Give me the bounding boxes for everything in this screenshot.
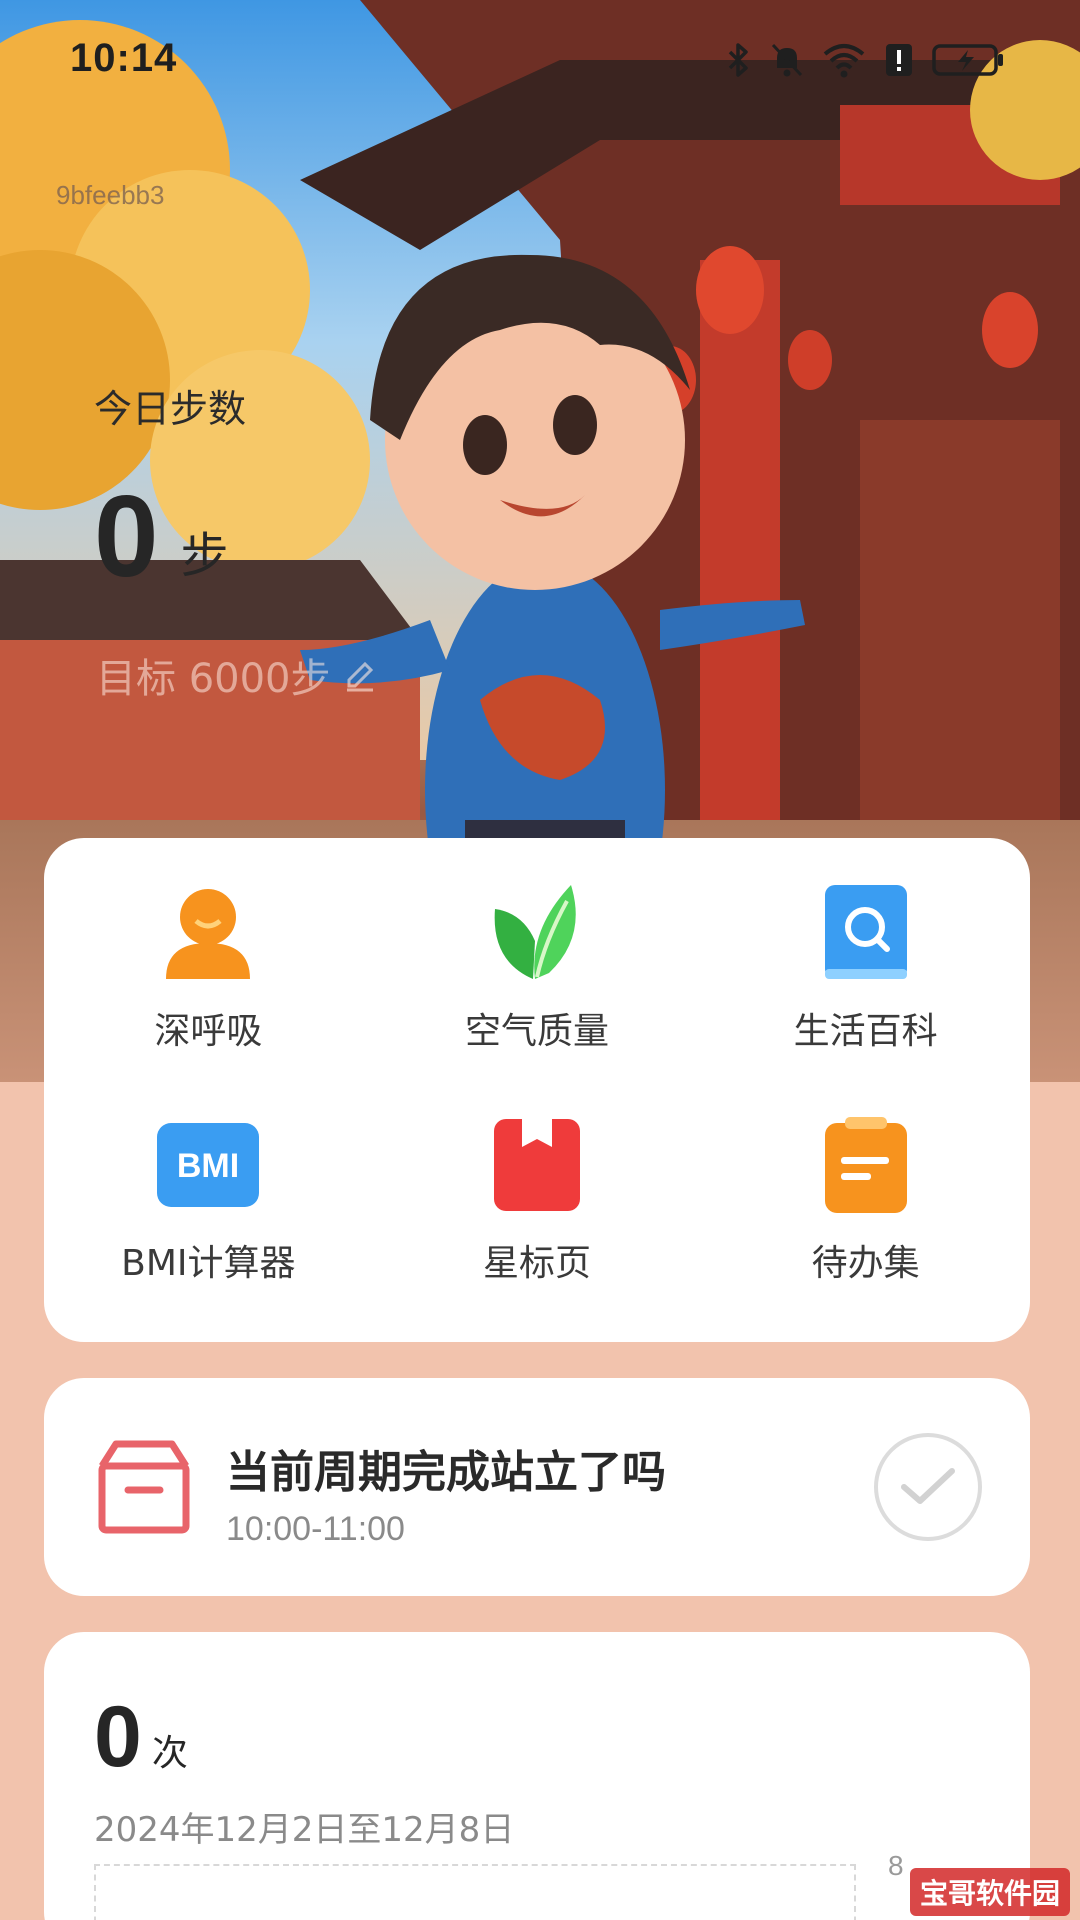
shortcut-label: 深呼吸 <box>154 1011 263 1052</box>
steps-unit: 步 <box>180 528 229 584</box>
shortcut-label: 待办集 <box>811 1243 920 1284</box>
battery-charging-icon <box>932 44 1003 76</box>
task-time: 10:00-11:00 <box>226 1510 405 1548</box>
stats-chart-area <box>94 1864 856 1920</box>
stats-card: 0 次 2024年12月2日至12月8日 8 <box>44 1632 1030 1920</box>
archive-box-icon <box>98 1440 190 1538</box>
steps-value: 0 <box>94 471 159 601</box>
wifi-icon <box>823 44 865 78</box>
bookmark-icon <box>482 1110 592 1220</box>
shortcut-label: 星标页 <box>482 1243 591 1284</box>
shortcut-bmi-calculator[interactable]: BMI BMI计算器 <box>44 1096 373 1328</box>
steps-display: 0 步 <box>94 478 229 594</box>
shortcut-todo-collection[interactable]: 待办集 <box>701 1096 1030 1328</box>
device-code: 9bfeebb3 <box>56 180 165 210</box>
bluetooth-icon <box>728 43 748 77</box>
shortcut-card: 深呼吸 空气质量 生活百科 BMI BMI计算器 星标页 待办集 <box>44 838 1030 1342</box>
status-bar: 10:14 <box>0 0 1080 120</box>
alert-icon <box>886 44 912 76</box>
status-time: 10:14 <box>70 36 178 80</box>
stats-count-display: 0 次 <box>94 1694 188 1780</box>
check-icon <box>901 1468 955 1504</box>
stats-count: 0 <box>94 1689 142 1785</box>
stats-date-range: 2024年12月2日至12月8日 <box>94 1810 515 1850</box>
complete-check-button[interactable] <box>874 1433 982 1541</box>
steps-goal-text: 目标 6000步 <box>96 656 331 702</box>
bmi-icon: BMI <box>153 1110 263 1220</box>
mute-icon <box>771 43 803 77</box>
stats-axis-max: 8 <box>888 1850 904 1881</box>
svg-text:BMI: BMI <box>177 1147 239 1185</box>
shortcut-label: 生活百科 <box>793 1011 938 1052</box>
shortcut-air-quality[interactable]: 空气质量 <box>373 864 702 1096</box>
shortcut-starred-page[interactable]: 星标页 <box>373 1096 702 1328</box>
leaf-icon <box>482 878 592 988</box>
stand-reminder-card[interactable]: 当前周期完成站立了吗 10:00-11:00 <box>44 1378 1030 1596</box>
shortcut-life-encyclopedia[interactable]: 生活百科 <box>701 864 1030 1096</box>
steps-goal-button[interactable]: 目标 6000步 <box>96 646 377 704</box>
shortcut-grid: 深呼吸 空气质量 生活百科 BMI BMI计算器 星标页 待办集 <box>44 838 1030 1342</box>
edit-icon <box>346 661 373 692</box>
book-search-icon <box>811 878 921 988</box>
person-icon <box>153 878 263 988</box>
status-icons <box>726 40 1006 80</box>
shortcut-label: BMI计算器 <box>121 1243 296 1284</box>
task-title: 当前周期完成站立了吗 <box>226 1447 666 1498</box>
todo-icon <box>811 1110 921 1220</box>
watermark: 宝哥软件园 <box>909 1868 1070 1916</box>
stats-unit: 次 <box>151 1733 188 1774</box>
steps-label: 今日步数 <box>94 387 247 431</box>
shortcut-label: 空气质量 <box>464 1011 609 1052</box>
shortcut-deep-breath[interactable]: 深呼吸 <box>44 864 373 1096</box>
